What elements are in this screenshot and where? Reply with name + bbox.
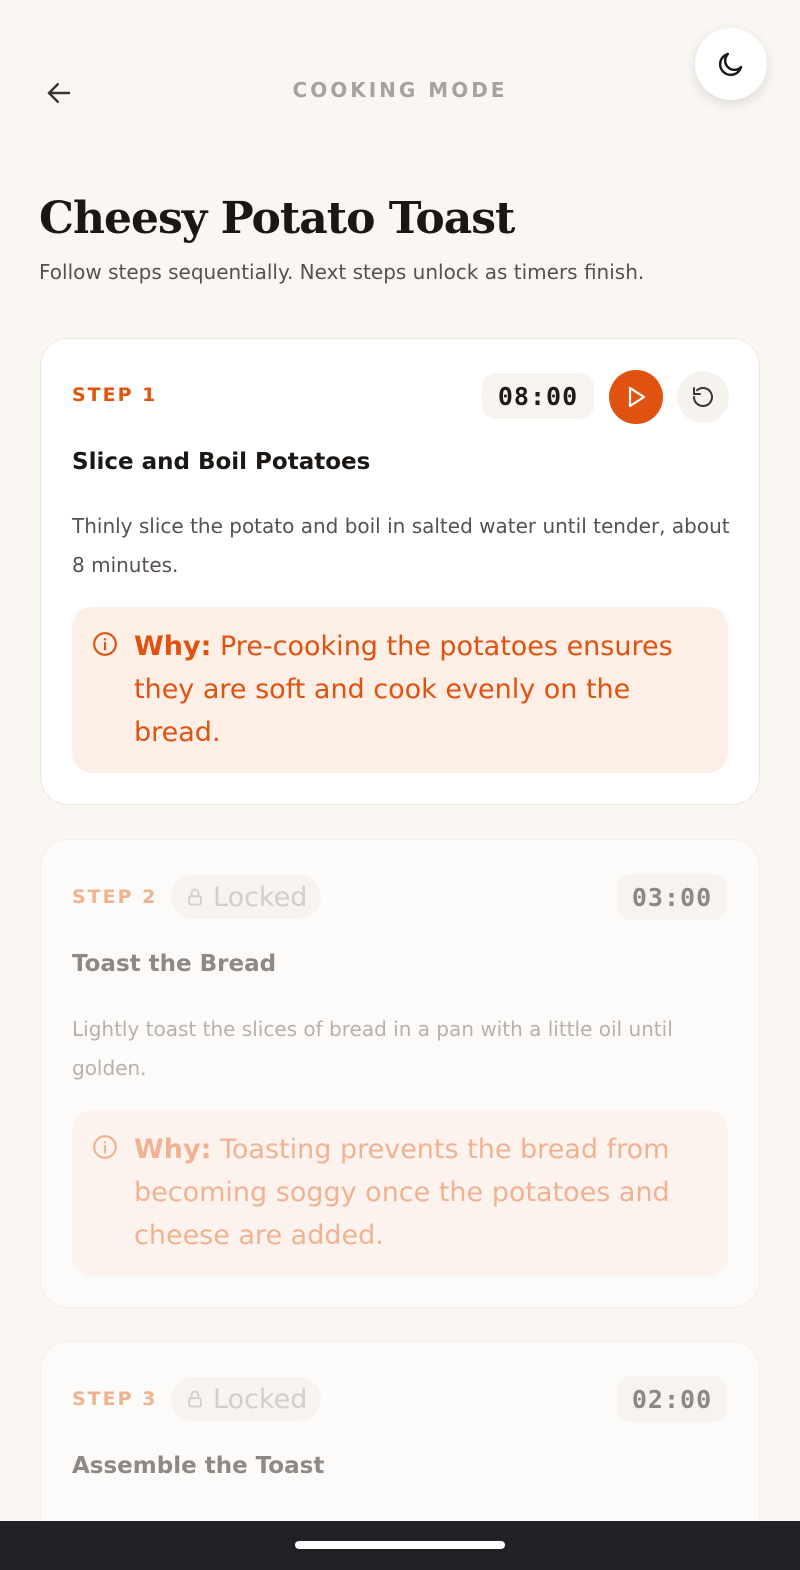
step-label: STEP 3 xyxy=(72,1388,158,1410)
locked-label: Locked xyxy=(213,881,308,913)
step-timer: 03:00 xyxy=(617,874,727,920)
step-label: STEP 1 xyxy=(72,384,158,406)
step-description: Thinly slice the potato and boil in salt… xyxy=(72,514,730,577)
step-title: Assemble the Toast xyxy=(72,1453,325,1479)
why-text: Toasting prevents the bread from becomin… xyxy=(134,1134,670,1251)
step-card-2: STEP 2 Locked 03:00 Toast the Bread Ligh… xyxy=(40,839,760,1308)
why-text: Pre-cooking the potatoes ensures they ar… xyxy=(134,631,673,748)
why-callout: Why: Toasting prevents the bread from be… xyxy=(72,1110,728,1276)
step-label: STEP 2 xyxy=(72,886,158,908)
header: COOKING MODE xyxy=(0,0,800,180)
step-title: Slice and Boil Potatoes xyxy=(72,449,371,475)
play-icon xyxy=(628,386,646,408)
why-label: Why: xyxy=(134,631,212,662)
info-icon xyxy=(93,632,117,656)
why-callout: Why: Pre-cooking the potatoes ensures th… xyxy=(72,607,728,773)
step-timer: 08:00 xyxy=(482,373,594,419)
home-indicator[interactable] xyxy=(295,1541,505,1549)
moon-icon xyxy=(718,52,743,77)
step-title: Toast the Bread xyxy=(72,951,277,977)
locked-label: Locked xyxy=(213,1383,308,1415)
reset-timer-button[interactable] xyxy=(677,371,729,423)
theme-toggle-button[interactable] xyxy=(695,28,767,100)
lock-icon xyxy=(188,1390,202,1408)
locked-badge: Locked xyxy=(171,1377,322,1421)
step-card-1: STEP 1 08:00 Slice and Boil Potatoes Thi… xyxy=(40,338,760,805)
why-label: Why: xyxy=(134,1134,212,1165)
locked-badge: Locked xyxy=(171,875,322,919)
recipe-subtitle: Follow steps sequentially. Next steps un… xyxy=(39,260,645,284)
step-timer: 02:00 xyxy=(617,1376,727,1422)
play-timer-button[interactable] xyxy=(609,370,663,424)
page-title: COOKING MODE xyxy=(292,78,508,102)
info-icon xyxy=(93,1135,117,1159)
lock-icon xyxy=(188,888,202,906)
reset-icon xyxy=(693,387,713,407)
recipe-title: Cheesy Potato Toast xyxy=(39,193,515,244)
step-description: Lightly toast the slices of bread in a p… xyxy=(72,1017,673,1080)
